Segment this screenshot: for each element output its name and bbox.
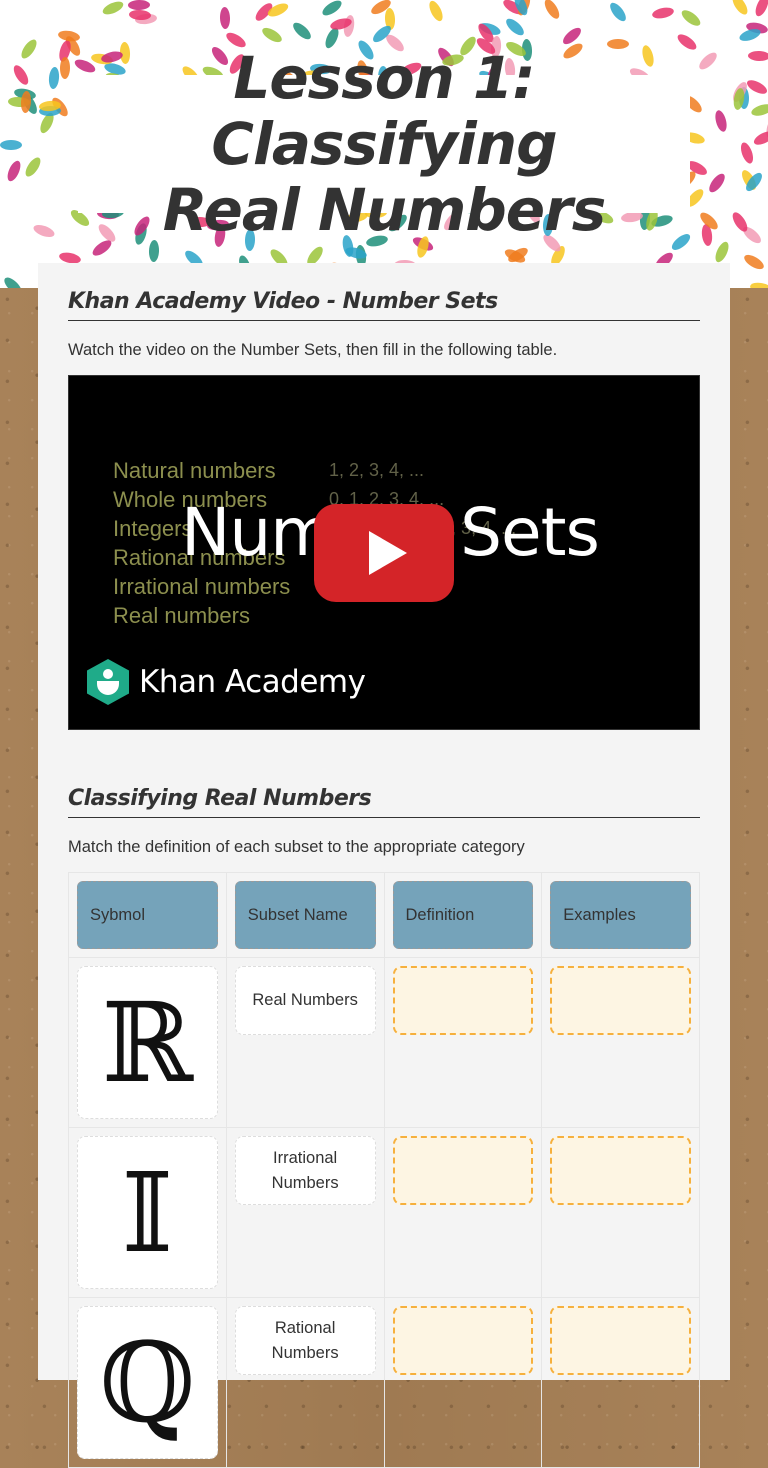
symbol-card-rational[interactable]: ℚ <box>77 1306 218 1459</box>
leaf-decoration <box>100 0 126 18</box>
video-instructions: Watch the video on the Number Sets, then… <box>68 341 558 359</box>
leaf-decoration <box>57 29 81 43</box>
leaf-decoration <box>729 0 751 17</box>
leaf-decoration <box>696 49 720 73</box>
title-line-2: Real Numbers <box>162 176 607 244</box>
leaf-decoration <box>738 140 756 166</box>
leaf-decoration <box>22 155 44 179</box>
play-icon <box>369 531 407 575</box>
leaf-decoration <box>737 26 763 44</box>
play-button[interactable] <box>314 504 454 602</box>
classify-section-heading: Classifying Real Numbers <box>68 786 700 818</box>
video-list-item: Irrational numbers <box>113 574 291 599</box>
khan-academy-brand: Khan Academy <box>139 664 366 700</box>
leaf-decoration <box>219 6 231 30</box>
table-row: 𝕀 Irrational Numbers <box>68 1127 700 1298</box>
leaf-decoration <box>18 37 40 61</box>
leaf-decoration <box>128 9 152 21</box>
leaf-decoration <box>541 0 563 21</box>
video-list-item: Natural numbers <box>113 458 276 483</box>
symbol-card-irrational[interactable]: 𝕀 <box>77 1136 218 1289</box>
page-title: Lesson 1: Classifying Real Numbers <box>78 45 690 243</box>
leaf-decoration <box>679 7 703 29</box>
title-line-1: Lesson 1: Classifying <box>211 44 557 178</box>
leaf-decoration <box>127 0 151 11</box>
definition-dropzone[interactable] <box>392 966 534 1035</box>
leaf-decoration <box>503 15 527 39</box>
subset-name-card[interactable]: Real Numbers <box>234 966 376 1035</box>
video-section-heading: Khan Academy Video - Number Sets <box>68 289 700 321</box>
video-example: 1, 2, 3, 4, ... <box>329 460 425 480</box>
examples-dropzone[interactable] <box>550 1136 691 1205</box>
leaf-decoration <box>749 281 768 288</box>
leaf-decoration <box>426 0 446 24</box>
leaf-decoration <box>59 56 71 80</box>
column-header-subset-name: Subset Name <box>234 881 376 949</box>
khan-academy-icon <box>87 659 129 705</box>
khan-academy-logo: Khan Academy <box>87 659 366 705</box>
leaf-decoration <box>713 109 729 133</box>
leaf-decoration <box>752 0 768 19</box>
video-list-item: Real numbers <box>113 603 250 628</box>
content-panel: Khan Academy Video - Number Sets Watch t… <box>38 263 730 1468</box>
leaf-decoration <box>48 66 60 90</box>
leaf-decoration <box>290 19 314 43</box>
leaf-decoration <box>320 0 344 19</box>
leaf-decoration <box>741 252 767 272</box>
leaf-decoration <box>1 274 25 288</box>
leaf-decoration <box>259 25 285 45</box>
header-banner: Lesson 1: Classifying Real Numbers <box>0 0 768 288</box>
subset-name-card[interactable]: Irrational Numbers <box>234 1136 376 1205</box>
definition-dropzone[interactable] <box>392 1306 534 1375</box>
leaf-decoration <box>712 239 732 265</box>
leaf-decoration <box>750 102 768 118</box>
subset-name-card[interactable]: Rational Numbers <box>234 1306 376 1375</box>
column-header-definition: Definition <box>392 881 534 949</box>
symbol-card-real[interactable]: ℝ <box>77 966 218 1119</box>
table-header-row: Sybmol Subset Name Definition Examples <box>68 872 700 958</box>
table-row: ℝ Real Numbers <box>68 957 700 1128</box>
leaf-decoration <box>148 239 160 263</box>
leaf-decoration <box>706 171 728 195</box>
examples-dropzone[interactable] <box>550 1306 691 1375</box>
classify-instructions: Match the definition of each subset to t… <box>68 838 525 856</box>
leaf-decoration <box>747 50 768 62</box>
leaf-decoration <box>4 158 24 184</box>
video-player[interactable]: Natural numbers Whole numbers Integers R… <box>68 375 700 730</box>
leaf-decoration <box>751 128 768 148</box>
title-box: Lesson 1: Classifying Real Numbers <box>78 45 690 243</box>
leaf-decoration <box>10 63 32 87</box>
leaf-decoration <box>31 222 57 240</box>
leaf-decoration <box>607 0 629 24</box>
matching-table: Sybmol Subset Name Definition Examples ℝ… <box>68 872 700 1468</box>
examples-dropzone[interactable] <box>550 966 691 1035</box>
table-row: ℚ Rational Numbers <box>68 1297 700 1468</box>
leaf-decoration <box>651 5 675 21</box>
column-header-symbol: Sybmol <box>77 881 218 949</box>
leaf-decoration <box>0 140 22 150</box>
definition-dropzone[interactable] <box>392 1136 534 1205</box>
column-header-examples: Examples <box>550 881 691 949</box>
